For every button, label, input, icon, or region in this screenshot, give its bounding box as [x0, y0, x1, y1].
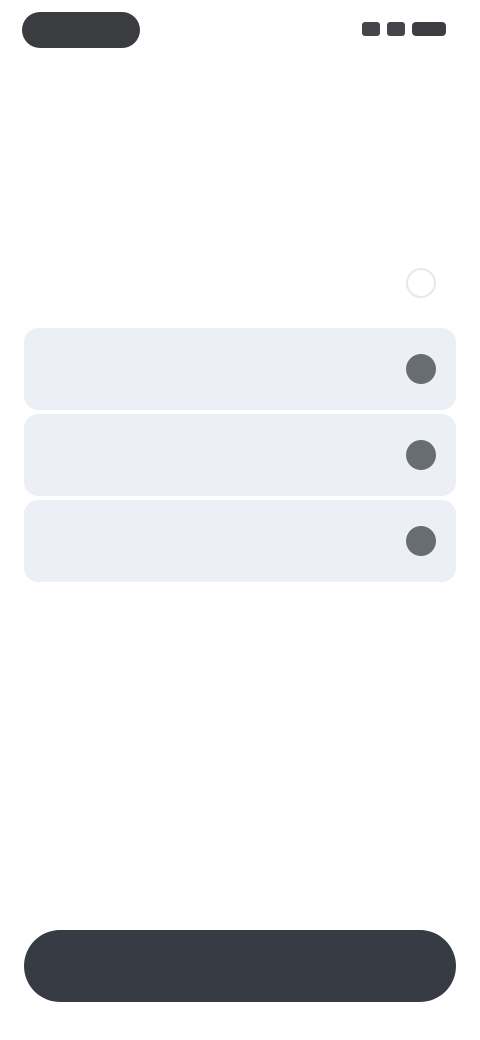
option-item[interactable]	[24, 414, 456, 496]
radio-icon[interactable]	[406, 526, 436, 556]
radio-icon[interactable]	[406, 268, 436, 298]
option-list	[24, 242, 456, 586]
signal-icon	[362, 22, 380, 36]
option-item[interactable]	[24, 242, 456, 324]
radio-icon[interactable]	[406, 354, 436, 384]
status-icons	[362, 22, 446, 36]
battery-icon	[412, 22, 446, 36]
continue-button[interactable]	[24, 930, 456, 1002]
dynamic-island	[22, 12, 140, 48]
wifi-icon	[387, 22, 405, 36]
option-item[interactable]	[24, 328, 456, 410]
status-bar	[0, 0, 480, 64]
option-item[interactable]	[24, 500, 456, 582]
radio-icon[interactable]	[406, 440, 436, 470]
skip-link[interactable]	[400, 95, 440, 107]
